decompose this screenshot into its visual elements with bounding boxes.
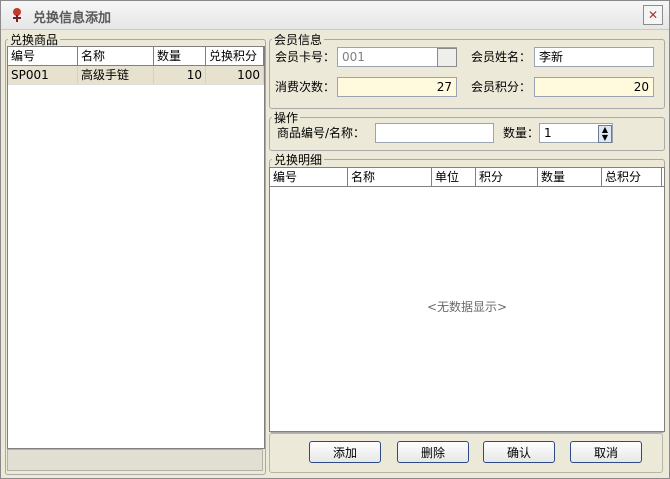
qty-label: 数量： <box>503 126 540 140</box>
cell-id: SP001 <box>8 66 78 84</box>
exchange-add-window: 兑换信息添加 ✕ 兑换商品 编号 名称 数量 兑换积分 SP001 高级手链 1… <box>0 0 670 479</box>
detail-col-unit[interactable]: 单位 <box>432 168 476 186</box>
products-grid[interactable]: 编号 名称 数量 兑换积分 SP001 高级手链 10 100 <box>7 46 265 449</box>
empty-message: <无数据显示> <box>426 300 508 314</box>
name-value: 李新 <box>539 50 564 64</box>
add-button[interactable]: 添加 <box>309 441 381 463</box>
product-label: 商品编号/名称： <box>277 126 366 140</box>
points-field[interactable]: 20 <box>534 77 654 97</box>
delete-button[interactable]: 删除 <box>397 441 469 463</box>
products-footer-bar <box>7 449 263 471</box>
app-icon <box>13 8 21 22</box>
visits-field[interactable]: 27 <box>337 77 457 97</box>
detail-col-qty[interactable]: 数量 <box>538 168 602 186</box>
detail-col-total[interactable]: 总积分 <box>602 168 662 186</box>
detail-grid[interactable]: 编号 名称 单位 积分 数量 总积分 <无数据显示> <box>269 167 665 432</box>
name-field[interactable]: 李新 <box>534 47 654 67</box>
title-bar[interactable]: 兑换信息添加 ✕ <box>1 1 669 30</box>
cell-qty: 10 <box>154 66 206 84</box>
product-input[interactable] <box>375 123 494 143</box>
detail-grid-header: 编号 名称 单位 积分 数量 总积分 <box>270 168 664 187</box>
card-label: 会员卡号： <box>275 50 336 64</box>
card-lookup-button[interactable] <box>437 48 457 67</box>
col-name[interactable]: 名称 <box>78 47 154 65</box>
col-qty[interactable]: 数量 <box>154 47 206 65</box>
window-title: 兑换信息添加 <box>33 11 112 26</box>
confirm-button[interactable]: 确认 <box>483 441 555 463</box>
stepper-arrows-icon[interactable]: ▲ ▼ <box>598 125 612 143</box>
cell-points: 100 <box>206 66 264 84</box>
close-icon[interactable]: ✕ <box>643 5 663 25</box>
detail-legend: 兑换明细 <box>274 153 323 167</box>
qty-value: 1 <box>544 126 552 140</box>
detail-col-name[interactable]: 名称 <box>348 168 432 186</box>
products-grid-header: 编号 名称 数量 兑换积分 <box>8 47 264 66</box>
name-label: 会员姓名： <box>471 50 532 64</box>
detail-col-id[interactable]: 编号 <box>270 168 348 186</box>
table-row[interactable]: SP001 高级手链 10 100 <box>8 66 264 85</box>
visits-label: 消费次数： <box>275 80 336 94</box>
col-points[interactable]: 兑换积分 <box>206 47 264 65</box>
card-value: 001 <box>342 50 365 64</box>
points-label: 会员积分： <box>471 80 532 94</box>
cell-name: 高级手链 <box>78 66 154 84</box>
detail-col-points[interactable]: 积分 <box>476 168 538 186</box>
cancel-button[interactable]: 取消 <box>570 441 642 463</box>
col-id[interactable]: 编号 <box>8 47 78 65</box>
